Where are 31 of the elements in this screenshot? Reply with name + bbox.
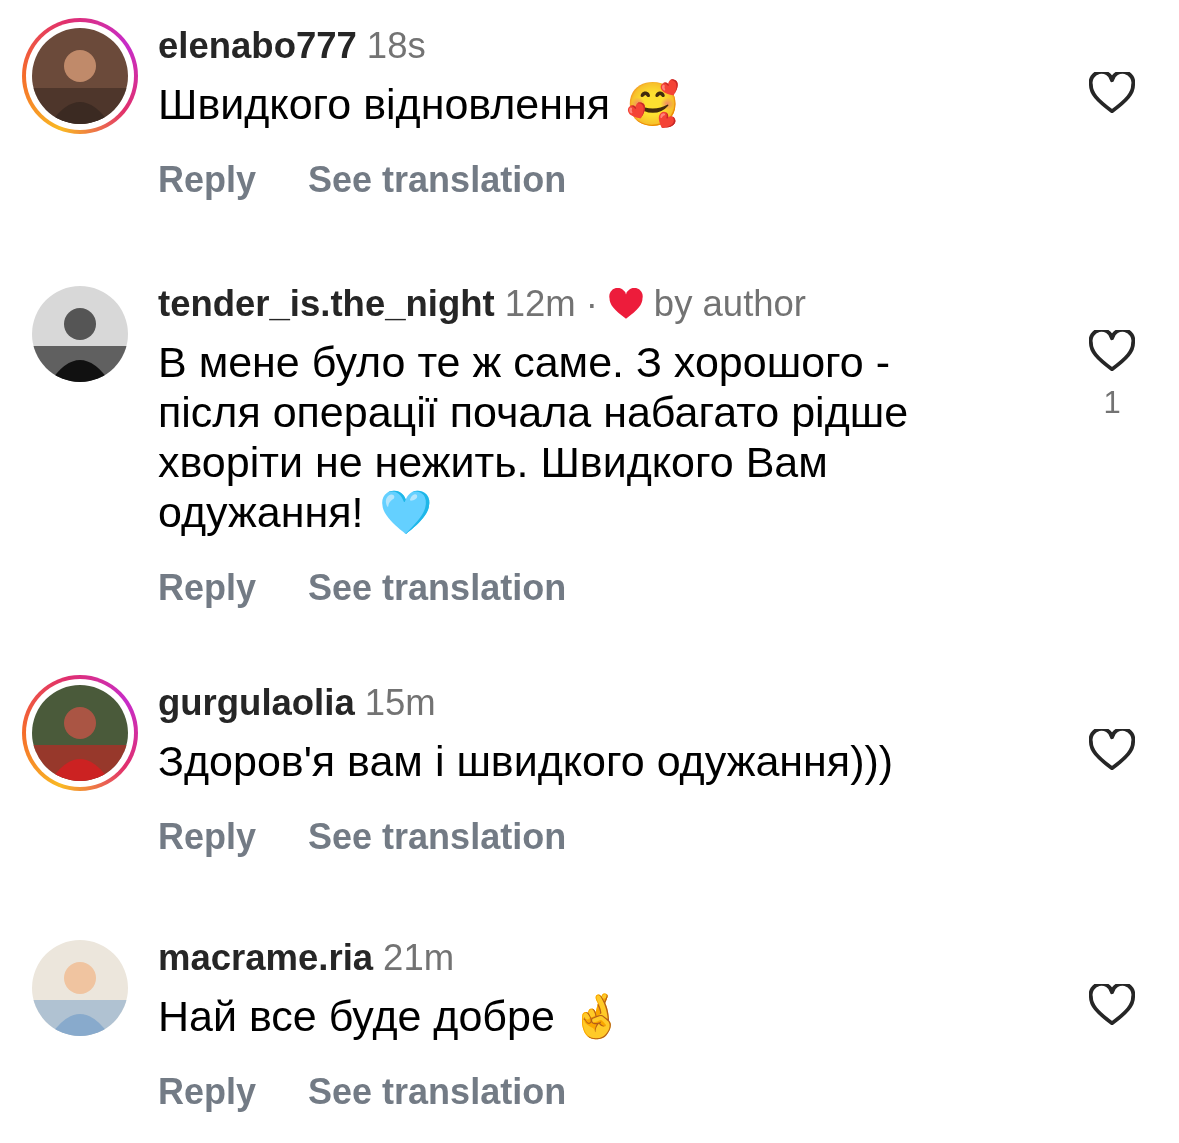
comment-time: 12m	[504, 286, 576, 322]
comment-text: Здоров'я вам і швидкого одужання)))	[158, 736, 895, 786]
username[interactable]: elenabo777	[158, 28, 357, 64]
heart-outline-icon	[1089, 984, 1135, 1026]
separator: ·	[585, 286, 598, 322]
liked-by-author-label: by author	[653, 286, 807, 322]
username[interactable]: tender_is.the_night	[158, 286, 495, 322]
see-translation-button[interactable]: See translation	[308, 1071, 567, 1113]
see-translation-button[interactable]: See translation	[308, 159, 567, 201]
username[interactable]: macrame.ria	[158, 940, 374, 976]
comment-text: Най все буде добре 🤞	[158, 991, 626, 1041]
comment-text: В мене було те ж саме. З хорошого - після операції почала набагато рідше хворіти не нежить. Швидкого Вам одужання! 🩵	[158, 337, 910, 537]
like-button[interactable]	[1089, 330, 1135, 372]
heart-outline-icon	[1089, 72, 1135, 114]
see-translation-button[interactable]: See translation	[308, 567, 567, 609]
heart-outline-icon	[1089, 729, 1135, 771]
comment-time: 21m	[383, 940, 455, 976]
comment-text: Швидкого відновлення 🥰	[158, 79, 681, 129]
comment-time: 15m	[364, 685, 436, 721]
reply-button[interactable]: Reply	[158, 159, 257, 201]
reply-button[interactable]: Reply	[158, 1071, 257, 1113]
username[interactable]: gurgulaolia	[158, 685, 355, 721]
comment-time: 18s	[366, 28, 426, 64]
reply-button[interactable]: Reply	[158, 816, 257, 858]
see-translation-button[interactable]: See translation	[308, 816, 567, 858]
reply-button[interactable]: Reply	[158, 567, 257, 609]
heart-outline-icon	[1089, 330, 1135, 372]
like-button[interactable]	[1089, 72, 1135, 114]
like-button[interactable]	[1089, 984, 1135, 1026]
like-button[interactable]	[1089, 729, 1135, 771]
like-count: 1	[1103, 385, 1121, 422]
